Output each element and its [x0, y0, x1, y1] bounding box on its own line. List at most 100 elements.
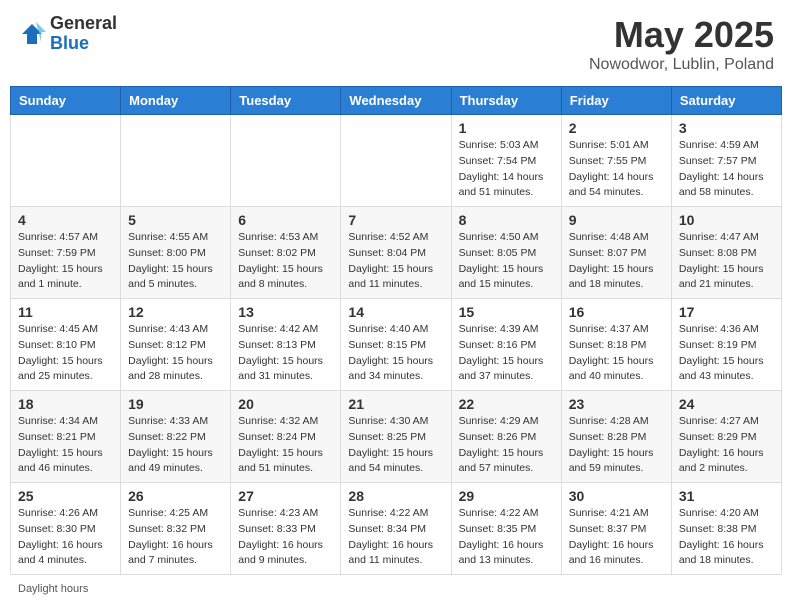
day-info: Sunrise: 4:36 AM Sunset: 8:19 PM Dayligh…: [679, 322, 774, 385]
day-number: 7: [348, 212, 443, 228]
day-info: Sunrise: 4:50 AM Sunset: 8:05 PM Dayligh…: [459, 230, 554, 293]
day-number: 16: [569, 304, 664, 320]
day-number: 21: [348, 396, 443, 412]
day-number: 25: [18, 488, 113, 504]
calendar-cell: 9Sunrise: 4:48 AM Sunset: 8:07 PM Daylig…: [561, 207, 671, 299]
month-title: May 2025: [589, 14, 774, 56]
calendar-cell: 12Sunrise: 4:43 AM Sunset: 8:12 PM Dayli…: [121, 299, 231, 391]
day-number: 12: [128, 304, 223, 320]
day-info: Sunrise: 4:59 AM Sunset: 7:57 PM Dayligh…: [679, 138, 774, 201]
day-info: Sunrise: 4:55 AM Sunset: 8:00 PM Dayligh…: [128, 230, 223, 293]
calendar-table: SundayMondayTuesdayWednesdayThursdayFrid…: [10, 86, 782, 575]
day-number: 15: [459, 304, 554, 320]
calendar-cell: 25 Sunrise: 4:26 AM Sunset: 8:30 PM Dayli…: [11, 483, 121, 575]
day-number: 4: [18, 212, 113, 228]
calendar-week-2: 4 Sunrise: 4:57 AM Sunset: 7:59 PM Daylig…: [11, 207, 782, 299]
day-number: 2: [569, 120, 664, 136]
calendar-cell: 20 Sunrise: 4:32 AM Sunset: 8:24 PM Dayli…: [231, 391, 341, 483]
day-info: Sunrise: 4:28 AM Sunset: 8:28 PM Dayligh…: [569, 414, 664, 477]
day-info: Sunrise: 4:20 AM Sunset: 8:38 PM Dayligh…: [679, 506, 774, 569]
calendar-header-row: SundayMondayTuesdayWednesdayThursdayFrid…: [11, 87, 782, 115]
calendar-cell: [341, 115, 451, 207]
day-info: Sunrise: 4:30 AM Sunset: 8:25 PM Dayligh…: [348, 414, 443, 477]
footer: Daylight hours: [10, 581, 782, 597]
col-header-tuesday: Tuesday: [231, 87, 341, 115]
calendar-cell: 24 Sunrise: 4:27 AM Sunset: 8:29 PM Dayli…: [671, 391, 781, 483]
col-header-thursday: Thursday: [451, 87, 561, 115]
day-number: 1: [459, 120, 554, 136]
calendar-cell: 1 Sunrise: 5:03 AM Sunset: 7:54 PM Daylig…: [451, 115, 561, 207]
day-info: Sunrise: 4:52 AM Sunset: 8:04 PM Dayligh…: [348, 230, 443, 293]
calendar-cell: 17 Sunrise: 4:36 AM Sunset: 8:19 PM Dayli…: [671, 299, 781, 391]
calendar-cell: 23 Sunrise: 4:28 AM Sunset: 8:28 PM Dayli…: [561, 391, 671, 483]
calendar-cell: 4 Sunrise: 4:57 AM Sunset: 7:59 PM Daylig…: [11, 207, 121, 299]
day-info: Sunrise: 4:32 AM Sunset: 8:24 PM Dayligh…: [238, 414, 333, 477]
calendar-cell: 10 Sunrise: 4:47 AM Sunset: 8:08 PM Dayli…: [671, 207, 781, 299]
day-info: Sunrise: 4:26 AM Sunset: 8:30 PM Dayligh…: [18, 506, 113, 569]
day-number: 24: [679, 396, 774, 412]
calendar-cell: 6 Sunrise: 4:53 AM Sunset: 8:02 PM Daylig…: [231, 207, 341, 299]
calendar-cell: 29 Sunrise: 4:22 AM Sunset: 8:35 PM Dayli…: [451, 483, 561, 575]
calendar-cell: 11Sunrise: 4:45 AM Sunset: 8:10 PM Dayli…: [11, 299, 121, 391]
page-header: General Blue May 2025 Nowodwor, Lublin, …: [10, 10, 782, 78]
calendar-cell: 19Sunrise: 4:33 AM Sunset: 8:22 PM Dayli…: [121, 391, 231, 483]
calendar-week-3: 11Sunrise: 4:45 AM Sunset: 8:10 PM Dayli…: [11, 299, 782, 391]
day-number: 10: [679, 212, 774, 228]
calendar-week-4: 18 Sunrise: 4:34 AM Sunset: 8:21 PM Dayli…: [11, 391, 782, 483]
calendar-cell: 31 Sunrise: 4:20 AM Sunset: 8:38 PM Dayli…: [671, 483, 781, 575]
day-number: 27: [238, 488, 333, 504]
day-info: Sunrise: 4:57 AM Sunset: 7:59 PM Dayligh…: [18, 230, 113, 293]
day-number: 31: [679, 488, 774, 504]
day-number: 26: [128, 488, 223, 504]
logo-blue: Blue: [50, 34, 117, 54]
title-area: May 2025 Nowodwor, Lublin, Poland: [589, 14, 774, 74]
col-header-sunday: Sunday: [11, 87, 121, 115]
calendar-cell: 28Sunrise: 4:22 AM Sunset: 8:34 PM Dayli…: [341, 483, 451, 575]
calendar-cell: [121, 115, 231, 207]
calendar-cell: 18 Sunrise: 4:34 AM Sunset: 8:21 PM Dayli…: [11, 391, 121, 483]
daylight-hours-label: Daylight hours: [18, 583, 88, 595]
day-info: Sunrise: 4:37 AM Sunset: 8:18 PM Dayligh…: [569, 322, 664, 385]
day-number: 20: [238, 396, 333, 412]
calendar-cell: 26Sunrise: 4:25 AM Sunset: 8:32 PM Dayli…: [121, 483, 231, 575]
calendar-cell: 8 Sunrise: 4:50 AM Sunset: 8:05 PM Daylig…: [451, 207, 561, 299]
day-info: Sunrise: 4:47 AM Sunset: 8:08 PM Dayligh…: [679, 230, 774, 293]
day-number: 3: [679, 120, 774, 136]
day-number: 5: [128, 212, 223, 228]
col-header-wednesday: Wednesday: [341, 87, 451, 115]
calendar-cell: 14Sunrise: 4:40 AM Sunset: 8:15 PM Dayli…: [341, 299, 451, 391]
logo: General Blue: [18, 14, 117, 54]
day-info: Sunrise: 5:03 AM Sunset: 7:54 PM Dayligh…: [459, 138, 554, 201]
calendar-cell: 13Sunrise: 4:42 AM Sunset: 8:13 PM Dayli…: [231, 299, 341, 391]
day-info: Sunrise: 4:34 AM Sunset: 8:21 PM Dayligh…: [18, 414, 113, 477]
day-number: 17: [679, 304, 774, 320]
calendar-cell: 3 Sunrise: 4:59 AM Sunset: 7:57 PM Daylig…: [671, 115, 781, 207]
day-number: 23: [569, 396, 664, 412]
logo-icon: [18, 20, 46, 48]
calendar-cell: 30Sunrise: 4:21 AM Sunset: 8:37 PM Dayli…: [561, 483, 671, 575]
day-info: Sunrise: 4:45 AM Sunset: 8:10 PM Dayligh…: [18, 322, 113, 385]
day-number: 6: [238, 212, 333, 228]
col-header-friday: Friday: [561, 87, 671, 115]
day-number: 30: [569, 488, 664, 504]
day-info: Sunrise: 4:23 AM Sunset: 8:33 PM Dayligh…: [238, 506, 333, 569]
calendar-cell: 16 Sunrise: 4:37 AM Sunset: 8:18 PM Dayli…: [561, 299, 671, 391]
day-info: Sunrise: 4:27 AM Sunset: 8:29 PM Dayligh…: [679, 414, 774, 477]
day-number: 18: [18, 396, 113, 412]
calendar-cell: 7 Sunrise: 4:52 AM Sunset: 8:04 PM Daylig…: [341, 207, 451, 299]
calendar-week-5: 25 Sunrise: 4:26 AM Sunset: 8:30 PM Dayli…: [11, 483, 782, 575]
day-number: 22: [459, 396, 554, 412]
day-number: 9: [569, 212, 664, 228]
calendar-cell: 22Sunrise: 4:29 AM Sunset: 8:26 PM Dayli…: [451, 391, 561, 483]
day-info: Sunrise: 4:53 AM Sunset: 8:02 PM Dayligh…: [238, 230, 333, 293]
day-info: Sunrise: 4:33 AM Sunset: 8:22 PM Dayligh…: [128, 414, 223, 477]
day-number: 8: [459, 212, 554, 228]
calendar-week-1: 1 Sunrise: 5:03 AM Sunset: 7:54 PM Daylig…: [11, 115, 782, 207]
col-header-monday: Monday: [121, 87, 231, 115]
day-number: 28: [348, 488, 443, 504]
day-info: Sunrise: 5:01 AM Sunset: 7:55 PM Dayligh…: [569, 138, 664, 201]
day-info: Sunrise: 4:22 AM Sunset: 8:35 PM Dayligh…: [459, 506, 554, 569]
day-info: Sunrise: 4:39 AM Sunset: 8:16 PM Dayligh…: [459, 322, 554, 385]
day-number: 29: [459, 488, 554, 504]
logo-general: General: [50, 14, 117, 34]
